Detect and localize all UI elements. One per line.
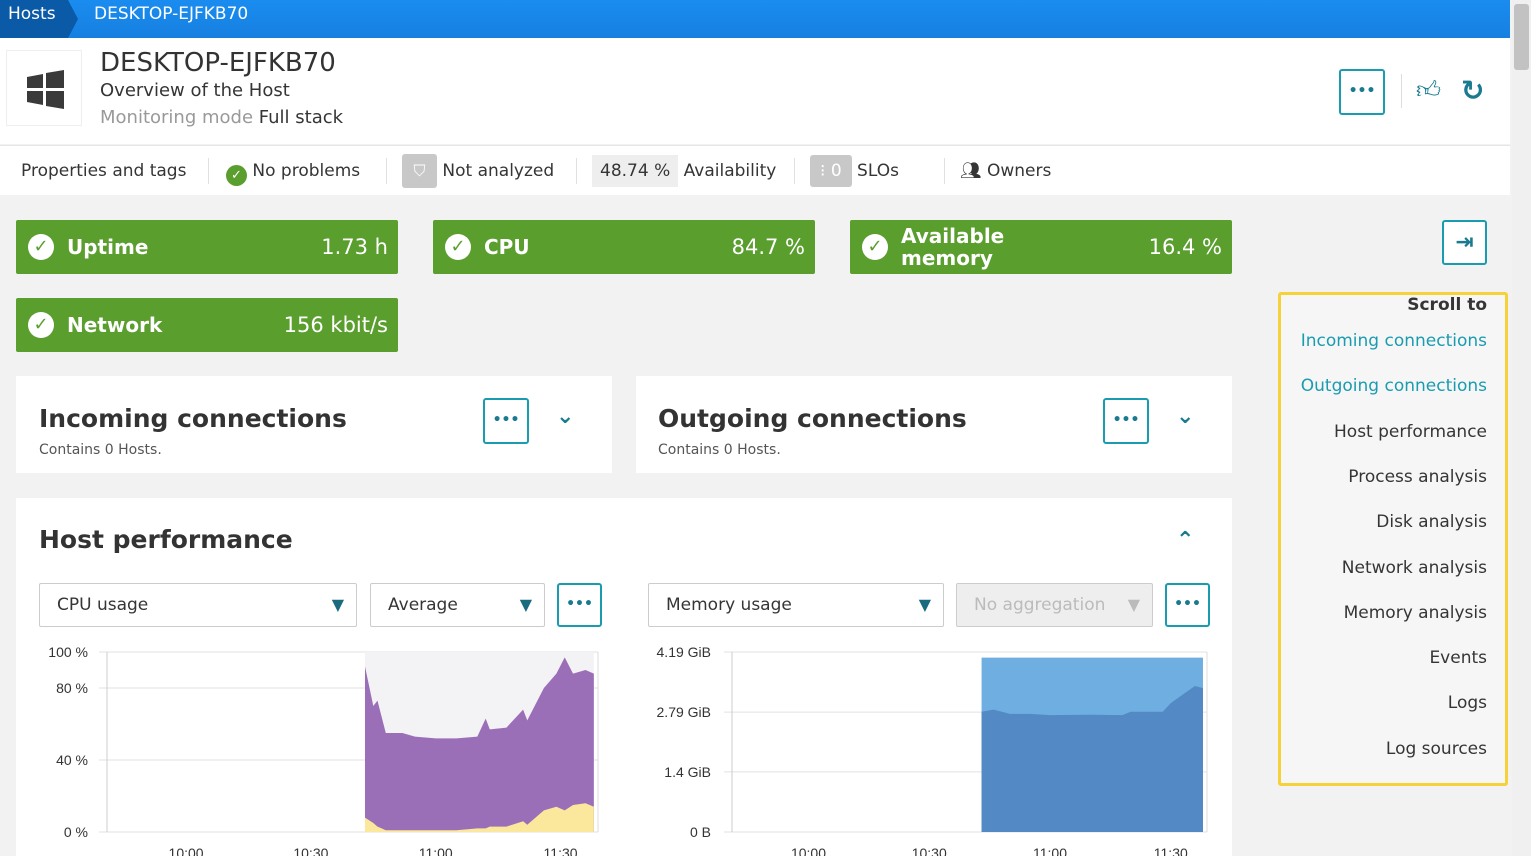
scroll-to-item[interactable]: Memory analysis — [1344, 603, 1487, 623]
x-tick-label: 10:30 — [293, 845, 328, 856]
scroll-to-title: Scroll to — [1407, 295, 1487, 315]
scroll-to-item[interactable]: Logs — [1448, 693, 1487, 713]
y-tick-label: 0 % — [64, 824, 88, 840]
scroll-to-item[interactable]: Incoming connections — [1301, 331, 1487, 351]
y-tick-label: 80 % — [56, 680, 88, 696]
charts: 100 % 80 % 40 % 0 % 10:00 10:30 11:00 11:30 4.19… — [48, 644, 1208, 856]
x-tick-label: 11:30 — [544, 845, 578, 856]
y-tick-label: 0 B — [690, 824, 711, 840]
y-tick-label: 1.4 GiB — [664, 764, 711, 780]
refresh-icon[interactable]: ↻ — [1461, 74, 1484, 107]
y-tick-label: 4.19 GiB — [657, 644, 711, 660]
scroll-to-item[interactable]: Disk analysis — [1376, 512, 1487, 532]
scroll-to-item[interactable]: Host performance — [1334, 422, 1487, 442]
y-tick-label: 40 % — [56, 752, 88, 768]
x-tick-label: 11:30 — [1154, 845, 1188, 856]
scroll-to-item[interactable]: Log sources — [1386, 739, 1487, 759]
collapse-sidebar-icon[interactable]: ⇥ — [1442, 220, 1487, 265]
scroll-to-panel: Scroll to Incoming connections Outgoing c… — [1278, 292, 1508, 786]
x-tick-label: 10:30 — [912, 845, 947, 856]
scroll-to-item[interactable]: Outgoing connections — [1301, 376, 1487, 396]
thumbs-up-icon[interactable]: 👍︎ — [1416, 76, 1441, 105]
x-tick-label: 11:00 — [419, 845, 453, 856]
y-tick-label: 2.79 GiB — [657, 704, 711, 720]
divider — [1401, 74, 1402, 108]
y-tick-label: 100 % — [48, 644, 88, 660]
scroll-to-item[interactable]: Process analysis — [1348, 467, 1487, 487]
scrollbar[interactable] — [1512, 0, 1531, 856]
x-tick-label: 11:00 — [1033, 845, 1067, 856]
scrollbar-thumb[interactable] — [1514, 4, 1529, 70]
x-tick-label: 10:00 — [169, 845, 204, 856]
scroll-to-item[interactable]: Events — [1429, 648, 1487, 668]
x-tick-label: 10:00 — [791, 845, 826, 856]
scroll-to-item[interactable]: Network analysis — [1342, 558, 1487, 578]
more-button[interactable]: ••• — [1339, 69, 1385, 115]
